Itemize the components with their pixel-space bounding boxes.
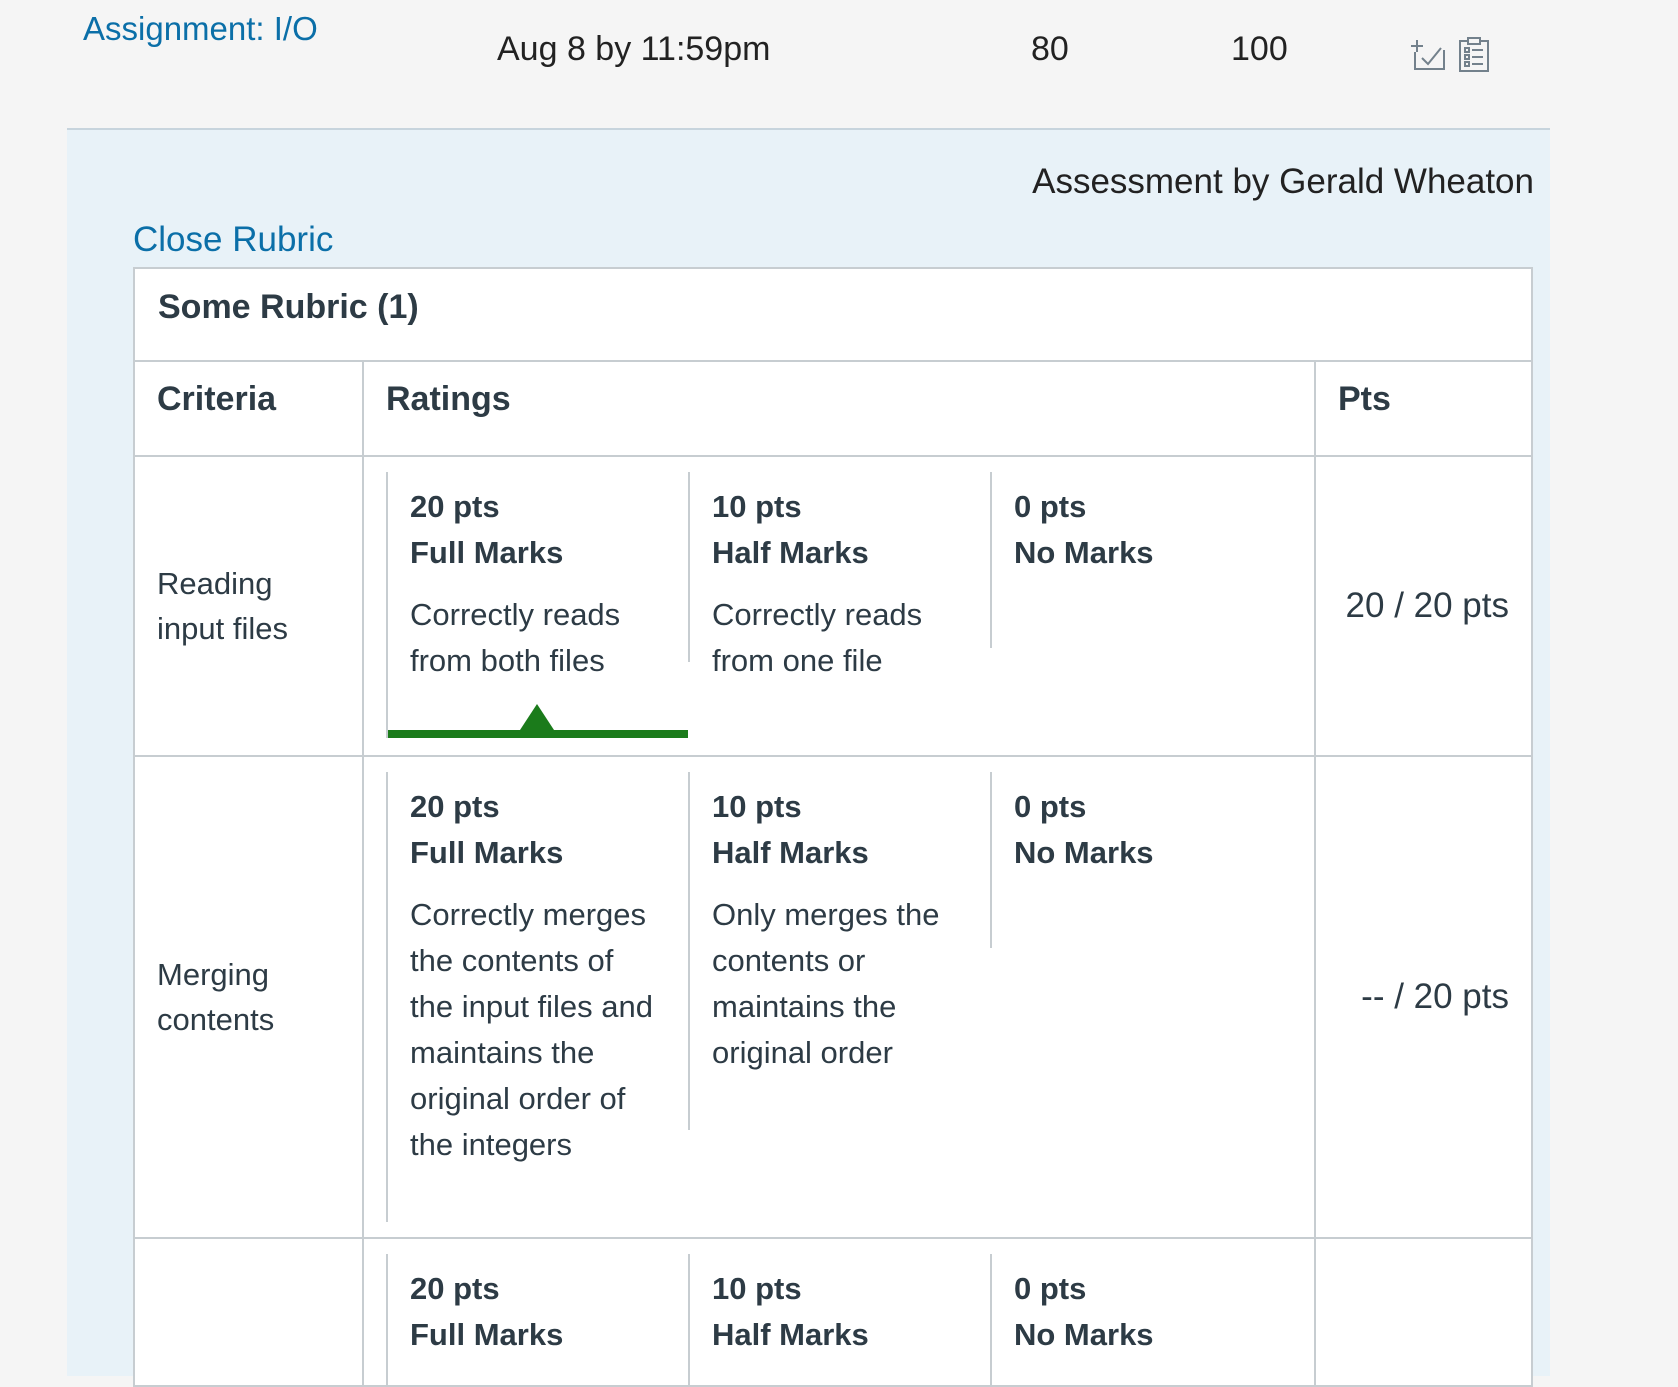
- rating-name: Full Marks: [410, 535, 564, 570]
- criterion-score: [1316, 1239, 1531, 1385]
- rating-half-marks[interactable]: 10 pts Half Marks Correctly reads from o…: [688, 472, 990, 678]
- criterion-name: Merging contents: [135, 757, 364, 1237]
- criterion-row: Merging contents 20 pts Full Marks Corre…: [135, 757, 1531, 1239]
- rating-no-marks[interactable]: 0 pts No Marks: [990, 772, 1292, 948]
- rubric-clipboard-icon[interactable]: [1456, 36, 1492, 72]
- criterion-score: -- / 20 pts: [1361, 977, 1509, 1016]
- rating-points: 0 pts: [1014, 1271, 1087, 1306]
- rating-name: Half Marks: [712, 1317, 869, 1352]
- rating-name: No Marks: [1014, 535, 1154, 570]
- header-ratings: Ratings: [364, 362, 1316, 455]
- rubric-table: Some Rubric (1) Criteria Ratings Pts Rea…: [133, 267, 1533, 1387]
- rating-description: Only merges the contents or maintains th…: [712, 897, 940, 1070]
- rating-half-marks[interactable]: 10 pts Half Marks Only merges the conten…: [688, 772, 990, 1130]
- rating-no-marks[interactable]: 0 pts No Marks: [990, 1254, 1292, 1385]
- rating-full-marks[interactable]: 20 pts Full Marks Correctly merges the c…: [386, 772, 688, 1222]
- rubric-title: Some Rubric (1): [135, 269, 1531, 362]
- criterion-ratings: 20 pts Full Marks Correctly reads from b…: [364, 457, 1316, 755]
- rating-points: 0 pts: [1014, 789, 1087, 824]
- rating-points: 10 pts: [712, 1271, 802, 1306]
- assignment-title-link[interactable]: Assignment: I/O: [83, 10, 318, 48]
- rating-description: Correctly reads from both files: [410, 597, 621, 678]
- rating-points: 10 pts: [712, 489, 802, 524]
- rating-half-marks[interactable]: 10 pts Half Marks: [688, 1254, 990, 1385]
- rating-name: Full Marks: [410, 835, 564, 870]
- header-criteria: Criteria: [135, 362, 364, 455]
- criterion-ratings: 20 pts Full Marks 10 pts Half Marks 0 pt…: [364, 1239, 1316, 1385]
- rating-description: Correctly merges the contents of the inp…: [410, 897, 654, 1162]
- rating-name: Full Marks: [410, 1317, 564, 1352]
- rating-name: No Marks: [1014, 1317, 1154, 1352]
- criterion-name: Reading input files: [135, 457, 364, 755]
- rating-points: 20 pts: [410, 1271, 500, 1306]
- rubric-panel: Assessment by Gerald Wheaton Close Rubri…: [67, 128, 1550, 1387]
- due-date: Aug 8 by 11:59pm: [497, 30, 771, 68]
- criterion-name: [135, 1239, 364, 1385]
- rating-description: Correctly reads from one file: [712, 597, 923, 678]
- muted-checklist-icon[interactable]: [1411, 36, 1447, 72]
- criterion-ratings: 20 pts Full Marks Correctly merges the c…: [364, 757, 1316, 1237]
- header-pts: Pts: [1338, 380, 1391, 418]
- rating-points: 0 pts: [1014, 489, 1087, 524]
- assignment-points-possible: 100: [1231, 30, 1288, 68]
- rating-points: 20 pts: [410, 789, 500, 824]
- criterion-row: Reading input files 20 pts Full Marks Co…: [135, 457, 1531, 757]
- criterion-row: 20 pts Full Marks 10 pts Half Marks 0 pt…: [135, 1239, 1531, 1385]
- rubric-header-row: Criteria Ratings Pts: [135, 362, 1531, 457]
- rating-points: 10 pts: [712, 789, 802, 824]
- selected-rating-indicator: [520, 704, 554, 730]
- rating-name: Half Marks: [712, 835, 869, 870]
- rating-full-marks[interactable]: 20 pts Full Marks: [386, 1254, 688, 1385]
- rating-name: Half Marks: [712, 535, 869, 570]
- assignment-row: Assignment: I/O Aug 8 by 11:59pm 80 100: [0, 0, 1560, 128]
- assessed-by: Assessment by Gerald Wheaton: [1032, 162, 1534, 201]
- criterion-score: 20 / 20 pts: [1345, 586, 1509, 625]
- rating-full-marks[interactable]: 20 pts Full Marks Correctly reads from b…: [386, 472, 688, 738]
- close-rubric-link[interactable]: Close Rubric: [133, 220, 333, 260]
- assignment-score: 80: [1031, 30, 1069, 68]
- rating-name: No Marks: [1014, 835, 1154, 870]
- rating-no-marks[interactable]: 0 pts No Marks: [990, 472, 1292, 648]
- rating-points: 20 pts: [410, 489, 500, 524]
